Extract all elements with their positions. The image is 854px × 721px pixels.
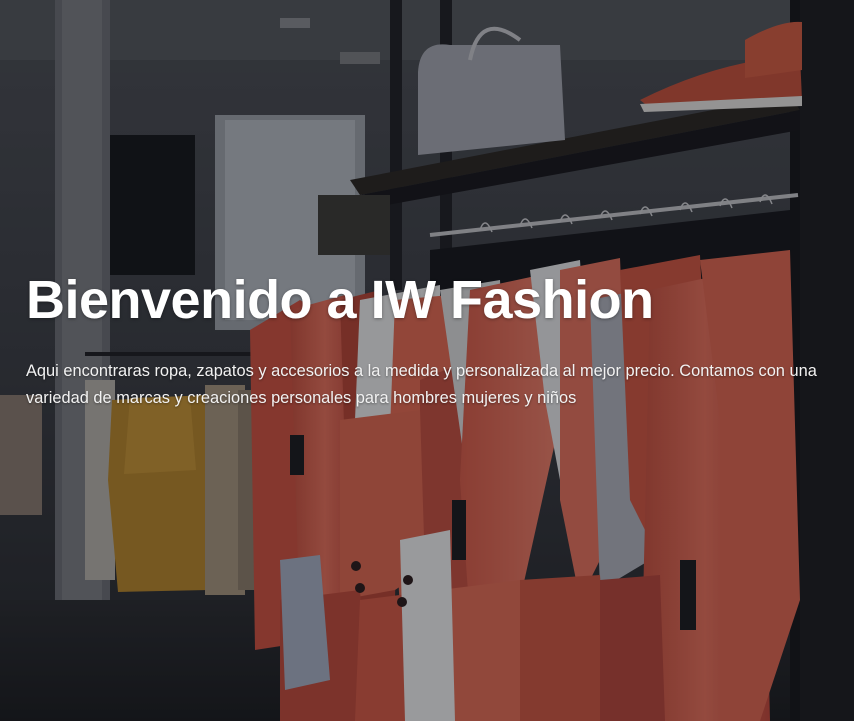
hero-title: Bienvenido a IW Fashion [26, 270, 654, 330]
hero-banner: Bienvenido a IW Fashion Aqui encontraras… [0, 0, 854, 721]
hero-content: Bienvenido a IW Fashion Aqui encontraras… [26, 268, 838, 412]
hero-description: Aqui encontraras ropa, zapatos y accesor… [26, 362, 817, 407]
